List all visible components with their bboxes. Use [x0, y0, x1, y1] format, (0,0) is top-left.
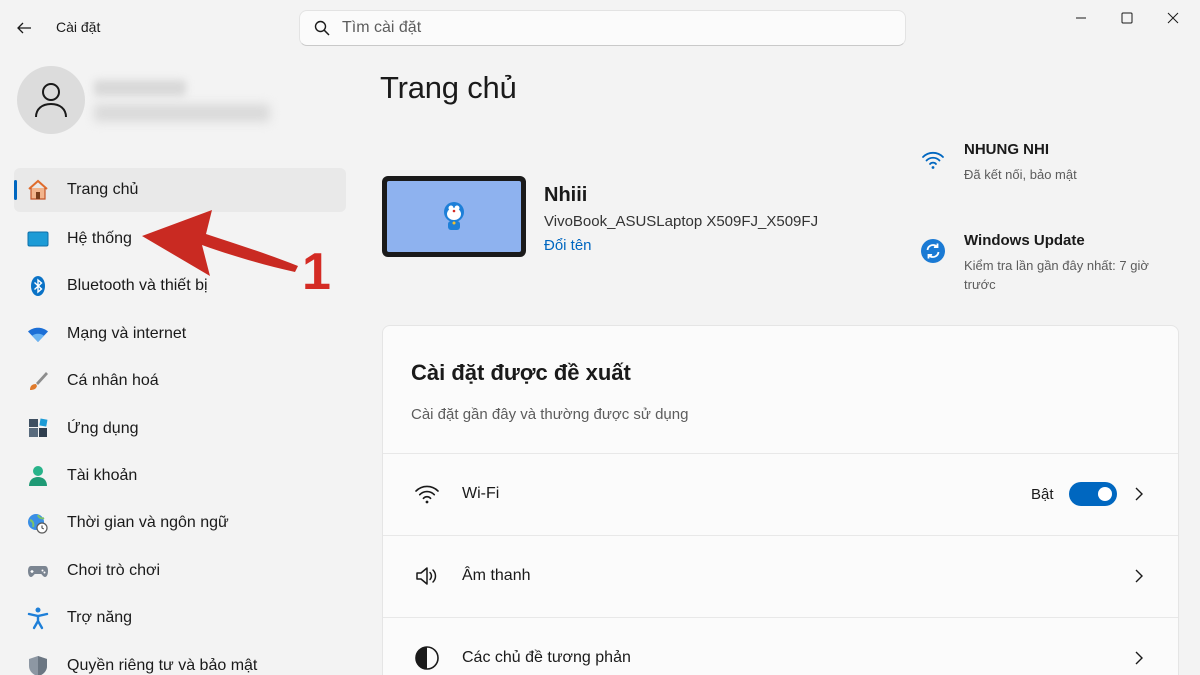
sidebar-item-time-language[interactable]: Thời gian và ngôn ngữ: [14, 500, 346, 547]
minimize-icon: [1076, 17, 1086, 19]
wifi-status-icon: [920, 147, 946, 173]
card-title: Cài đặt được đề xuất: [411, 360, 631, 385]
gamepad-icon: [26, 559, 50, 583]
close-button[interactable]: [1150, 0, 1196, 36]
rename-link[interactable]: Đổi tên: [544, 237, 592, 254]
device-name: Nhiii: [544, 184, 588, 206]
page-title: Trang chủ: [380, 70, 517, 105]
sidebar-item-label: Tài khoản: [67, 467, 138, 485]
sidebar-item-label: Thời gian và ngôn ngữ: [67, 514, 229, 532]
setting-row-sound[interactable]: Âm thanh: [383, 535, 1178, 616]
sidebar-item-label: Trang chủ: [67, 181, 139, 198]
chevron-right-icon[interactable]: [1131, 568, 1147, 584]
sidebar-item-label: Cá nhân hoá: [67, 372, 159, 390]
search-input[interactable]: [342, 19, 842, 37]
device-model: VivoBook_ASUSLaptop X509FJ_X509FJ: [544, 213, 819, 230]
close-icon: [1167, 12, 1179, 24]
blurred-username: [94, 80, 186, 96]
app-title: Cài đặt: [56, 19, 101, 35]
speaker-icon: [413, 562, 441, 590]
sidebar-item-personalization[interactable]: Cá nhân hoá: [14, 358, 346, 405]
card-subtitle: Cài đặt gần đây và thường được sử dụng: [411, 406, 689, 423]
sidebar-item-label: Hệ thống: [67, 230, 132, 248]
sidebar-item-accessibility[interactable]: Trợ năng: [14, 595, 346, 642]
network-name[interactable]: NHUNG NHI: [964, 141, 1049, 158]
sidebar-item-label: Quyền riêng tư và bảo mật: [67, 656, 258, 674]
annotation-arrow: [142, 210, 298, 276]
windows-update-status: Kiểm tra lần gần đây nhất: 7 giờ trước: [964, 258, 1149, 292]
sidebar-item-gaming[interactable]: Chơi trò chơi: [14, 547, 346, 594]
network-status: Đã kết nối, bảo mật: [964, 167, 1077, 182]
accessibility-icon: [26, 606, 50, 630]
device-thumbnail: [382, 176, 526, 257]
setting-row-label: Wi-Fi: [462, 485, 500, 502]
setting-row-contrast-themes[interactable]: Các chủ đề tương phản: [383, 617, 1178, 675]
bluetooth-icon: [26, 274, 50, 298]
arrow-left-icon: [17, 22, 31, 34]
maximize-icon: [1121, 12, 1133, 24]
home-icon: [26, 178, 50, 202]
system-icon: [26, 227, 50, 251]
maximize-button[interactable]: [1104, 0, 1150, 36]
setting-row-label: Âm thanh: [462, 567, 531, 584]
sidebar-item-apps[interactable]: Ứng dụng: [14, 405, 346, 452]
sidebar-item-label: Trợ năng: [67, 609, 133, 627]
person-icon: [35, 83, 67, 118]
search-icon: [314, 20, 330, 36]
title-bar: Cài đặt: [0, 0, 1200, 56]
sidebar-item-label: Chơi trò chơi: [67, 561, 161, 579]
wifi-toggle[interactable]: [1069, 482, 1117, 506]
apps-icon: [26, 417, 50, 441]
sidebar-item-label: Ứng dụng: [67, 419, 139, 437]
wifi-icon: [413, 480, 441, 508]
windows-update-title[interactable]: Windows Update: [964, 232, 1085, 249]
minimize-button[interactable]: [1058, 0, 1104, 36]
annotation-number: 1: [302, 243, 331, 301]
sidebar-item-privacy[interactable]: Quyền riêng tư và bảo mật: [14, 642, 346, 675]
brush-icon: [26, 369, 50, 393]
search-box[interactable]: [299, 10, 906, 46]
device-wallpaper: [387, 181, 521, 252]
sidebar-item-network[interactable]: Mạng và internet: [14, 310, 346, 357]
account-icon: [26, 464, 50, 488]
update-status-icon: [920, 238, 946, 264]
shield-icon: [26, 654, 50, 675]
wifi-icon: [26, 322, 50, 346]
chevron-right-icon[interactable]: [1131, 486, 1147, 502]
contrast-icon: [413, 644, 441, 672]
back-button[interactable]: [10, 14, 38, 42]
recommended-settings-card: Cài đặt được đề xuất Cài đặt gần đây và …: [382, 325, 1179, 675]
setting-row-wifi[interactable]: Wi-Fi Bật: [383, 453, 1178, 534]
sidebar-item-label: Mạng và internet: [67, 324, 187, 342]
toggle-state-label: Bật: [1031, 485, 1054, 503]
blurred-email: [94, 104, 270, 122]
setting-row-label: Các chủ đề tương phản: [462, 649, 631, 666]
globe-clock-icon: [26, 511, 50, 535]
chevron-right-icon[interactable]: [1131, 650, 1147, 666]
avatar[interactable]: [17, 66, 85, 134]
sidebar-item-accounts[interactable]: Tài khoản: [14, 452, 346, 499]
toggle-knob: [1098, 487, 1112, 501]
character-icon: [444, 201, 464, 230]
